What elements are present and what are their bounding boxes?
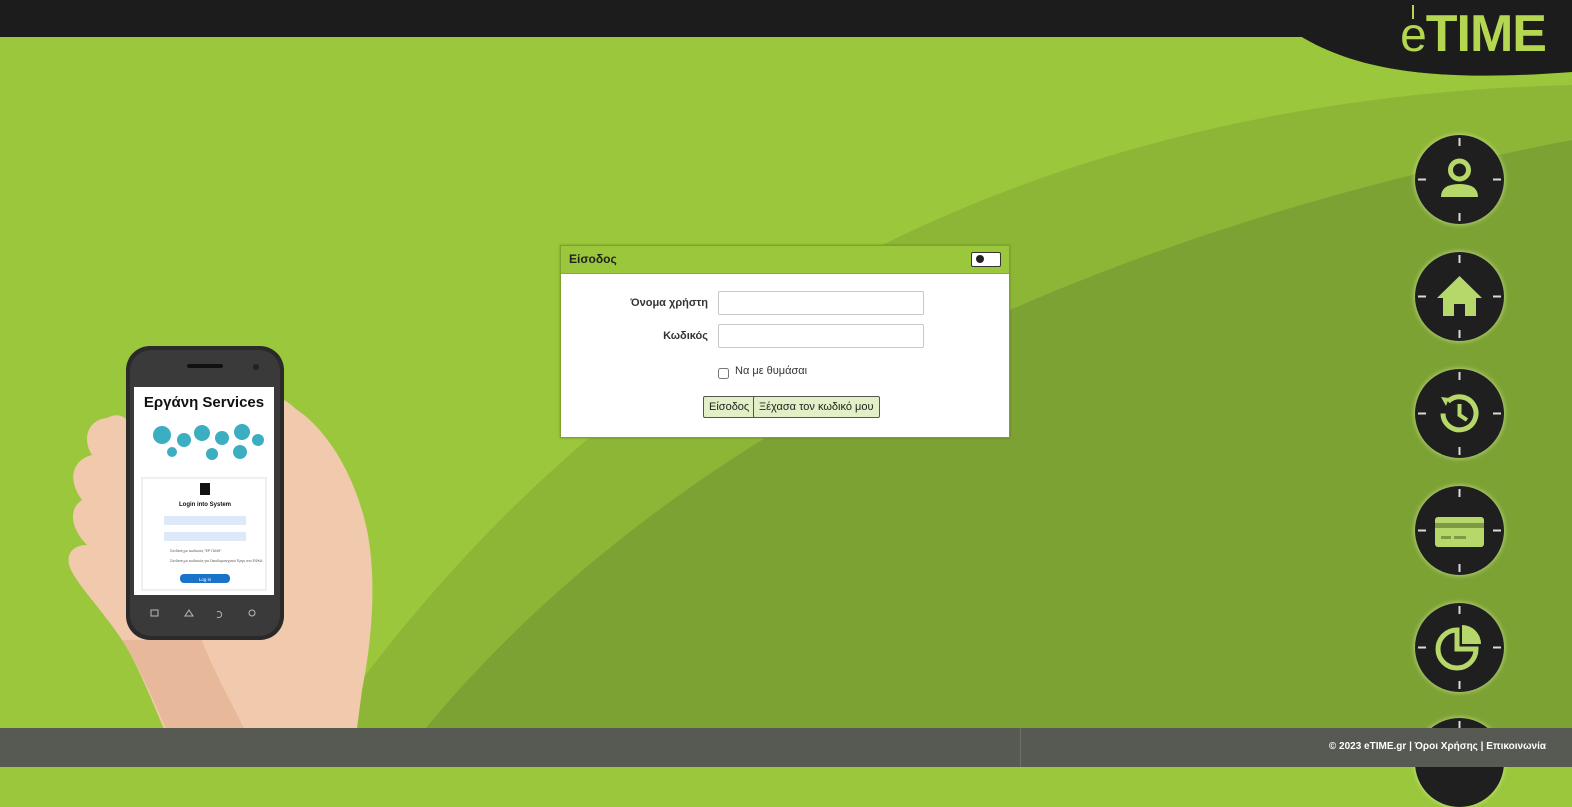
footer-divider [1020,728,1021,767]
login-panel: Είσοδος Όνομα χρήστη Κωδικός Να με θυμάσ… [560,245,1010,438]
login-header: Είσοδος [561,246,1009,274]
forgot-password-button[interactable]: Ξέχασα τον κωδικό μου [753,396,880,418]
password-input[interactable] [718,324,924,348]
logo-swoosh [1300,0,1572,76]
pie-chart-icon [1418,606,1501,689]
language-toggle[interactable] [971,252,1001,267]
remember-me-checkbox[interactable] [718,368,729,379]
terms-link[interactable]: Όροι Χρήσης [1415,741,1478,752]
login-title: Είσοδος [569,252,617,266]
globe-icon [976,255,984,263]
copyright-text: © 2023 eTIME.gr [1328,741,1407,752]
card-button[interactable] [1415,486,1504,575]
user-button[interactable] [1415,135,1504,224]
history-clock-icon [1418,372,1501,455]
contact-link[interactable]: Επικοινωνία [1486,741,1546,752]
home-button[interactable] [1415,252,1504,341]
phone-login-button: Log in [199,577,212,582]
username-input[interactable] [718,291,924,315]
footer: © 2023 eTIME.gr | Όροι Χρήσης | Επικοινω… [0,728,1572,767]
phone-app-title: Εργάνη Services [144,394,264,411]
footer-separator: | [1409,741,1412,752]
footer-links: © 2023 eTIME.gr | Όροι Χρήσης | Επικοινω… [1329,741,1546,752]
etime-logo[interactable]: eTIME [1400,4,1547,64]
username-label: Όνομα χρήστη [630,297,708,309]
phone-option-2: Σύνδεση με κωδικούς για Οικοδομοτεχνικό … [170,559,263,563]
phone-screen-heading: Login into System [179,502,231,508]
history-button[interactable] [1415,369,1504,458]
footer-separator: | [1480,741,1484,752]
phone-in-hand-image: Εργάνη Services Login into System Σύνδεσ… [68,346,373,767]
remember-me-label[interactable]: Να με θυμάσαι [735,365,807,377]
login-button[interactable]: Είσοδος [703,396,756,418]
card-icon [1418,489,1501,572]
phone-option-1: Σύνδεση με κωδικούς "ΕΡ ΓΑΝΗ" [170,549,222,553]
password-label: Κωδικός [663,330,708,342]
home-icon [1418,255,1501,338]
reports-button[interactable] [1415,603,1504,692]
user-icon [1418,138,1501,221]
